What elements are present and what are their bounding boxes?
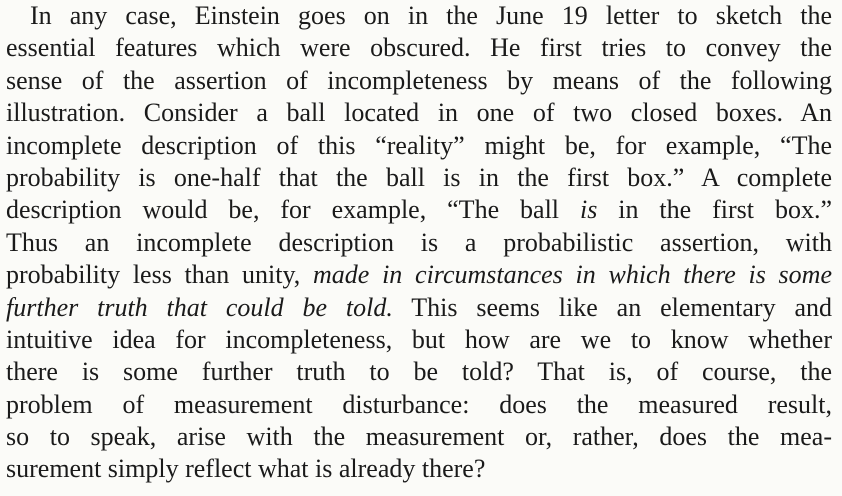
text-line: probability less than unity, made in cir… xyxy=(6,259,832,291)
line-text: In any case, Einstein goes on in the Jun… xyxy=(30,1,832,30)
line-text: illustration. Consider a ball located in… xyxy=(6,98,832,128)
paragraph: In any case, Einstein goes on in the Jun… xyxy=(6,0,832,486)
text-line: probability is one-half that the ball is… xyxy=(6,162,832,194)
line-text: in the first box.” xyxy=(597,195,832,225)
text-line: illustration. Consider a ball located in… xyxy=(6,97,832,129)
text-line: In any case, Einstein goes on in the Jun… xyxy=(6,0,832,32)
text-line: intuitive idea for incompleteness, but h… xyxy=(6,324,832,356)
line-text: there is some further truth to be told? … xyxy=(6,357,832,387)
text-line: surement simply reflect what is already … xyxy=(6,453,832,485)
line-text: problem of measurement disturbance: does… xyxy=(6,389,832,419)
text-line: essential features which were obscured. … xyxy=(6,32,832,64)
book-page: In any case, Einstein goes on in the Jun… xyxy=(0,0,842,496)
text-line: problem of measurement disturbance: does… xyxy=(6,389,832,421)
line-text: sense of the assertion of incompleteness… xyxy=(6,65,832,95)
text-line: so to speak, arise with the measurement … xyxy=(6,421,832,453)
line-text: essential features which were obscured. … xyxy=(6,33,832,63)
line-text: probability is one-half that the ball is… xyxy=(6,162,832,192)
line-text: Thus an incomplete description is a prob… xyxy=(6,227,832,257)
text-line: there is some further truth to be told? … xyxy=(6,356,832,388)
line-text: description would be, for example, “The … xyxy=(6,195,580,225)
line-text: surement simply reflect what is already … xyxy=(6,454,486,484)
line-text: so to speak, arise with the measurement … xyxy=(6,422,832,452)
italic-text: further truth that could be told. xyxy=(6,292,393,322)
line-text: intuitive idea for incompleteness, but h… xyxy=(6,324,832,354)
text-line: incomplete description of this “reality”… xyxy=(6,130,832,162)
text-line: sense of the assertion of incompleteness… xyxy=(6,65,832,97)
line-text: probability less than unity, xyxy=(6,260,314,290)
text-line: description would be, for example, “The … xyxy=(6,194,832,226)
italic-text: is xyxy=(579,195,598,225)
text-line: Thus an incomplete description is a prob… xyxy=(6,227,832,259)
text-line: further truth that could be told. This s… xyxy=(6,292,832,324)
italic-text: made in circumstances in which there is … xyxy=(313,260,832,290)
line-text: This seems like an elementary and xyxy=(392,292,832,322)
line-text: incomplete description of this “reality”… xyxy=(6,130,832,160)
